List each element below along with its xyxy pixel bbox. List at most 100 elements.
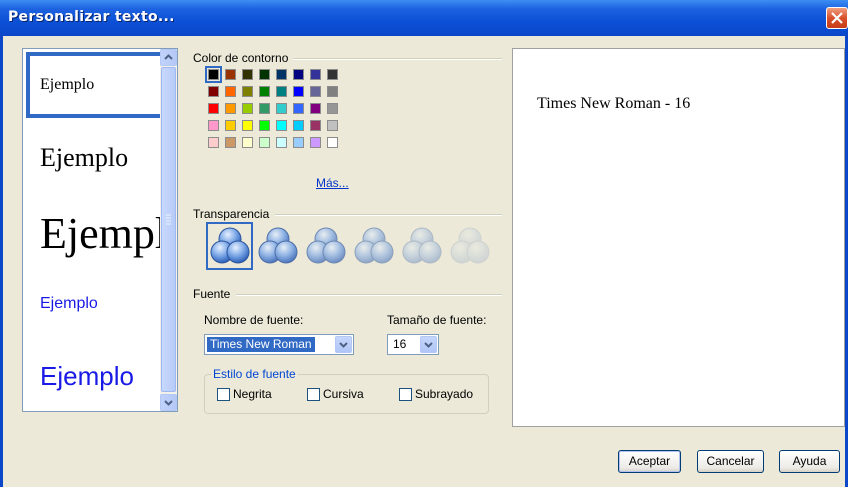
sample-text: Ejemplo: [40, 295, 98, 312]
underline-label: Subrayado: [415, 387, 474, 401]
color-swatch[interactable]: [225, 137, 236, 148]
color-swatch[interactable]: [242, 137, 253, 148]
font-size-label: Tamaño de fuente:: [387, 313, 487, 327]
bold-label: Negrita: [233, 387, 272, 401]
font-heading: Fuente: [193, 287, 231, 301]
transparency-option[interactable]: [399, 223, 447, 271]
font-name-value: Times New Roman: [207, 337, 315, 352]
grip-icon: [166, 214, 171, 225]
color-swatch[interactable]: [310, 86, 321, 97]
font-size-value: 16: [393, 337, 407, 351]
list-item[interactable]: Ejemplo: [24, 121, 164, 191]
color-swatch[interactable]: [293, 120, 304, 131]
color-swatch[interactable]: [327, 120, 338, 131]
sample-list-scrollbar[interactable]: [160, 49, 177, 411]
bold-checkbox[interactable]: [217, 388, 230, 401]
bubbles-icon: [402, 227, 442, 264]
divider: [275, 214, 502, 216]
bubbles-icon: [306, 227, 346, 264]
scroll-up-button[interactable]: [160, 49, 177, 66]
transparency-option[interactable]: [447, 223, 495, 271]
dropdown-button[interactable]: [335, 336, 352, 353]
window-title: Personalizar texto...: [8, 9, 175, 25]
font-style-heading: Estilo de fuente: [211, 367, 298, 381]
color-swatch[interactable]: [276, 86, 287, 97]
color-swatch[interactable]: [208, 69, 219, 80]
bubbles-icon: [210, 227, 250, 264]
color-swatch[interactable]: [225, 86, 236, 97]
color-swatch[interactable]: [293, 86, 304, 97]
color-swatch[interactable]: [276, 69, 287, 80]
color-swatch[interactable]: [276, 120, 287, 131]
color-swatch[interactable]: [259, 137, 270, 148]
sample-text: Ejemplo: [40, 143, 129, 172]
color-swatch[interactable]: [293, 103, 304, 114]
close-icon: [831, 12, 843, 24]
help-button[interactable]: Ayuda: [779, 450, 840, 473]
color-swatch[interactable]: [208, 103, 219, 114]
chevron-up-icon: [164, 54, 173, 60]
color-swatch[interactable]: [327, 69, 338, 80]
color-swatch[interactable]: [242, 120, 253, 131]
list-item[interactable]: Ejemplo: [24, 194, 177, 272]
color-swatch[interactable]: [259, 120, 270, 131]
color-swatch[interactable]: [242, 103, 253, 114]
color-swatch[interactable]: [293, 137, 304, 148]
color-swatch[interactable]: [208, 120, 219, 131]
font-name-label: Nombre de fuente:: [204, 313, 304, 327]
color-swatch[interactable]: [327, 86, 338, 97]
chevron-down-icon: [339, 342, 348, 348]
divider: [293, 58, 502, 60]
cancel-button[interactable]: Cancelar: [697, 450, 764, 473]
outline-color-heading: Color de contorno: [193, 51, 289, 65]
underline-checkbox[interactable]: [399, 388, 412, 401]
color-swatch[interactable]: [276, 137, 287, 148]
font-name-select[interactable]: Times New Roman: [204, 334, 354, 355]
bubbles-icon: [354, 227, 394, 264]
color-swatch[interactable]: [327, 103, 338, 114]
close-button[interactable]: [826, 7, 848, 29]
color-swatch[interactable]: [208, 137, 219, 148]
list-item[interactable]: Ejemplo: [24, 275, 164, 335]
ok-button[interactable]: Aceptar: [618, 450, 681, 473]
color-swatch[interactable]: [242, 69, 253, 80]
color-swatch[interactable]: [225, 103, 236, 114]
bubbles-icon: [450, 227, 490, 264]
color-swatch[interactable]: [327, 137, 338, 148]
color-swatch[interactable]: [242, 86, 253, 97]
more-colors-link[interactable]: Más...: [316, 176, 349, 190]
transparency-option[interactable]: [303, 223, 351, 271]
scroll-down-button[interactable]: [160, 394, 177, 411]
color-swatch[interactable]: [310, 137, 321, 148]
italic-label: Cursiva: [323, 387, 364, 401]
sample-text: Ejemplo: [40, 209, 178, 258]
list-item[interactable]: Ejemplo: [24, 52, 164, 118]
list-item[interactable]: Ejemplo: [24, 337, 164, 411]
color-swatch[interactable]: [259, 103, 270, 114]
dropdown-button[interactable]: [420, 336, 437, 353]
window-frame-left: [0, 36, 3, 487]
color-swatch[interactable]: [208, 86, 219, 97]
transparency-option[interactable]: [207, 223, 255, 271]
color-swatch[interactable]: [225, 69, 236, 80]
preview-pane: Times New Roman - 16: [512, 48, 845, 427]
color-swatch[interactable]: [225, 120, 236, 131]
bubbles-icon: [258, 227, 298, 264]
sample-text: Ejemplo: [40, 76, 95, 93]
sample-text: Ejemplo: [40, 361, 134, 391]
color-swatch[interactable]: [310, 120, 321, 131]
scroll-thumb[interactable]: [161, 67, 176, 392]
transparency-option[interactable]: [255, 223, 303, 271]
color-swatch[interactable]: [276, 103, 287, 114]
color-swatch[interactable]: [310, 103, 321, 114]
transparency-heading: Transparencia: [193, 207, 270, 221]
color-swatch[interactable]: [310, 69, 321, 80]
color-swatch[interactable]: [293, 69, 304, 80]
color-swatch[interactable]: [259, 69, 270, 80]
color-swatch[interactable]: [259, 86, 270, 97]
font-size-select[interactable]: 16: [387, 334, 439, 355]
italic-checkbox[interactable]: [307, 388, 320, 401]
preview-text: Times New Roman - 16: [537, 95, 691, 112]
transparency-option[interactable]: [351, 223, 399, 271]
sample-style-list[interactable]: Ejemplo Ejemplo Ejemplo Ejemplo Ejemplo: [22, 48, 178, 412]
